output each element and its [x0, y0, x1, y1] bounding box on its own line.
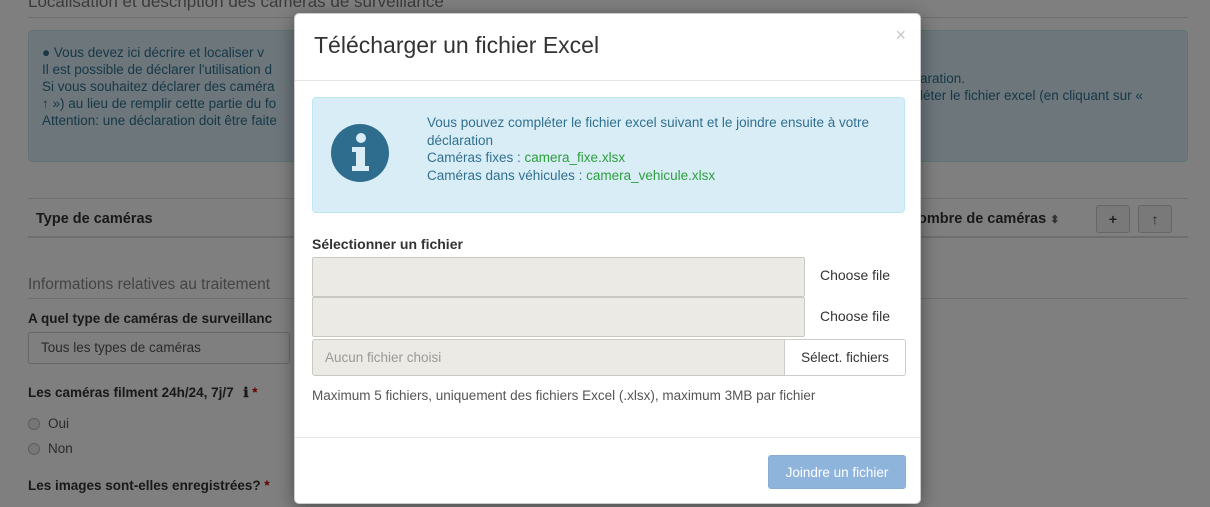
camera-fixe-link[interactable]: camera_fixe.xlsx: [525, 150, 626, 165]
close-icon[interactable]: ×: [895, 26, 906, 44]
alert-text: Vous pouvez compléter le fichier excel s…: [427, 114, 897, 184]
alert-intro: Vous pouvez compléter le fichier excel s…: [427, 115, 869, 148]
attach-file-button[interactable]: Joindre un fichier: [768, 455, 906, 489]
upload-excel-modal: Télécharger un fichier Excel × Vous pouv…: [294, 13, 921, 504]
file-input-2[interactable]: [312, 297, 805, 337]
camera-vehicule-link[interactable]: camera_vehicule.xlsx: [586, 168, 715, 183]
choose-file-button-1[interactable]: Choose file: [820, 267, 890, 283]
alert-vehicle-line: Caméras dans véhicules : camera_vehicule…: [427, 167, 716, 183]
help-text: Maximum 5 fichiers, uniquement des fichi…: [312, 388, 816, 403]
modal-header: Télécharger un fichier Excel ×: [295, 14, 920, 81]
select-file-label: Sélectionner un fichier: [312, 236, 463, 252]
modal-footer: Joindre un fichier: [295, 437, 920, 504]
select-files-button[interactable]: Sélect. fichiers: [784, 339, 906, 376]
multi-file-input[interactable]: Aucun fichier choisi: [312, 339, 784, 376]
modal-title: Télécharger un fichier Excel: [314, 32, 600, 58]
info-alert: Vous pouvez compléter le fichier excel s…: [312, 97, 905, 213]
alert-fixed-line: Caméras fixes : camera_fixe.xlsx: [427, 150, 626, 165]
file-input-1[interactable]: [312, 257, 805, 297]
choose-file-button-2[interactable]: Choose file: [820, 308, 890, 324]
info-icon: [331, 124, 389, 182]
